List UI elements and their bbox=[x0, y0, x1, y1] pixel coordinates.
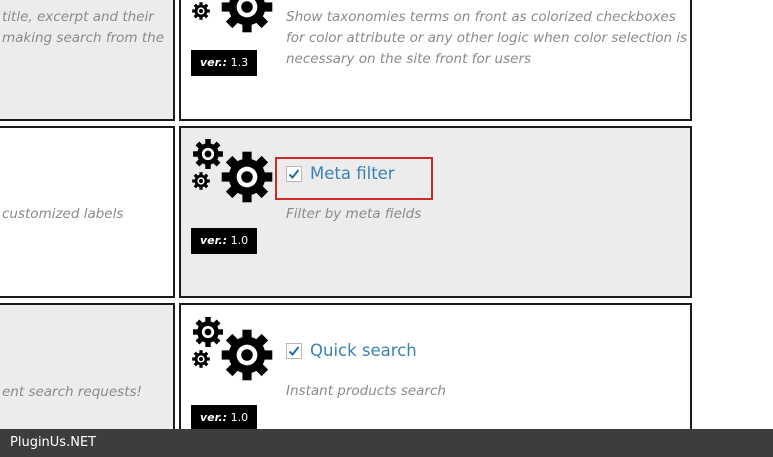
extension-card: Show taxonomies terms on front as colori… bbox=[179, 0, 692, 121]
extension-description-line: for color attribute or any other logic w… bbox=[286, 30, 688, 46]
gears-icon bbox=[191, 0, 281, 39]
version-label: ver.: bbox=[200, 56, 228, 69]
extension-toggle-row[interactable]: Quick search bbox=[286, 341, 417, 360]
left-card-3-line: ent search requests! bbox=[2, 384, 142, 400]
extension-description: Filter by meta fields bbox=[286, 206, 422, 222]
footer-bar: PluginUs.NET bbox=[0, 429, 773, 457]
version-badge: ver.: 1.0 bbox=[191, 228, 258, 254]
left-card-1-line-1: title, excerpt and their bbox=[2, 9, 154, 25]
left-card-2: customized labels bbox=[0, 126, 175, 298]
extension-title-link[interactable]: Quick search bbox=[310, 341, 417, 360]
extension-card-quick-search: Quick search Instant products search ver… bbox=[179, 303, 692, 443]
left-card-3: ent search requests! bbox=[0, 303, 175, 443]
highlight-box bbox=[275, 157, 433, 200]
extension-description-line: necessary on the site front for users bbox=[286, 51, 532, 67]
version-number: 1.0 bbox=[230, 234, 249, 247]
extension-card-meta-filter: Meta filter Filter by meta fields ver.: … bbox=[179, 126, 692, 298]
left-card-1: title, excerpt and their making search f… bbox=[0, 0, 175, 121]
version-badge: ver.: 1.0 bbox=[191, 405, 258, 431]
gears-icon bbox=[191, 315, 281, 387]
left-card-2-line: customized labels bbox=[2, 206, 124, 222]
extension-description: Instant products search bbox=[286, 383, 446, 399]
version-badge: ver.: 1.3 bbox=[191, 50, 258, 76]
left-card-1-line-2: making search from the bbox=[2, 30, 164, 46]
footer-brand: PluginUs.NET bbox=[10, 435, 97, 450]
extension-description-line: Show taxonomies terms on front as colori… bbox=[286, 9, 676, 25]
version-number: 1.3 bbox=[230, 56, 249, 69]
version-number: 1.0 bbox=[230, 411, 249, 424]
version-label: ver.: bbox=[200, 411, 228, 424]
extension-checkbox[interactable] bbox=[286, 342, 302, 359]
gears-icon bbox=[191, 137, 281, 209]
version-label: ver.: bbox=[200, 234, 228, 247]
check-icon bbox=[288, 345, 300, 356]
